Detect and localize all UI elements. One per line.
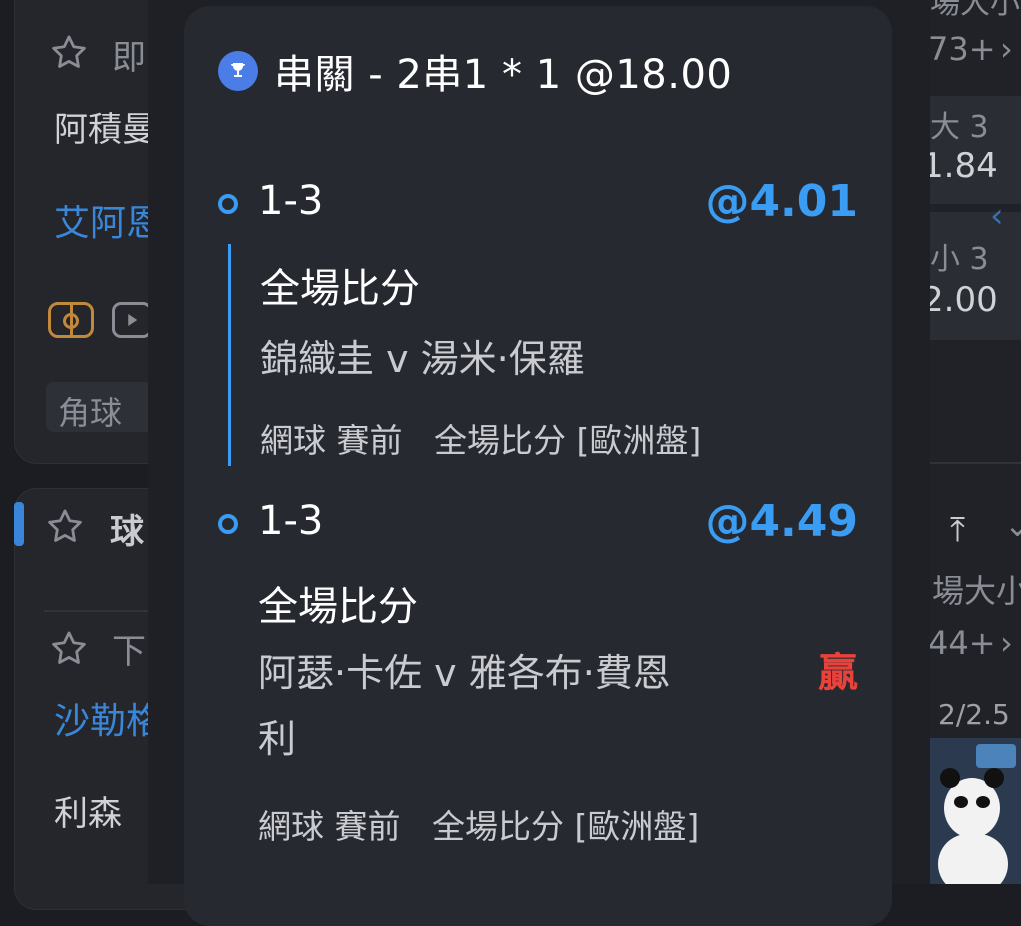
more-markets-count[interactable]: 44+ bbox=[928, 624, 996, 662]
leg-odds: @4.49 bbox=[705, 496, 858, 547]
leg-match-name-line2: 利 bbox=[258, 717, 297, 761]
team-home-name: 沙勒格 bbox=[54, 701, 163, 742]
section-market-header: 場大小 bbox=[932, 572, 1021, 610]
leg-status-dot-icon bbox=[218, 514, 238, 534]
collapse-arrow-icon[interactable]: ‹ bbox=[990, 196, 1004, 236]
more-markets-count[interactable]: 73+ bbox=[928, 30, 996, 68]
leg-timeline-line bbox=[228, 244, 231, 466]
parlay-bet-detail-modal: 串關 - 2串1 * 1 @18.00 1-3 @4.01 全場比分 錦織圭 v… bbox=[184, 6, 892, 926]
leg-selection-score: 1-3 bbox=[258, 178, 324, 224]
leg-meta-info: 網球 賽前 全場比分 [歐洲盤] bbox=[260, 414, 701, 462]
section-title: 球 bbox=[110, 512, 144, 552]
section-indicator bbox=[14, 502, 24, 546]
leg-market-name: 全場比分 bbox=[258, 584, 418, 630]
bet-leg: 1-3 @4.49 全場比分 阿瑟·卡佐 v 雅各布·費恩 利 贏 網球 賽前 … bbox=[218, 494, 858, 854]
video-play-icon[interactable] bbox=[112, 302, 152, 338]
leg-market-name: 全場比分 bbox=[260, 266, 420, 312]
leg-odds: @4.01 bbox=[705, 176, 858, 227]
modal-header: 串關 - 2串1 * 1 @18.00 bbox=[218, 46, 732, 98]
divider bbox=[44, 610, 154, 612]
panda-mascot-image bbox=[930, 738, 1021, 884]
market-header-text: 場大小 bbox=[930, 0, 1020, 21]
chevron-right-icon[interactable]: › bbox=[1000, 624, 1013, 662]
pitch-icon[interactable] bbox=[48, 302, 94, 338]
leg-market-detail: 全場比分 [歐洲盤] bbox=[433, 421, 702, 460]
leg-match-name: 錦織圭 v 湯米·保羅 bbox=[260, 337, 585, 381]
leg-meta-info: 網球 賽前 全場比分 [歐洲盤] bbox=[258, 800, 699, 848]
team-away-name: 利森 bbox=[54, 794, 122, 834]
favorite-star-icon[interactable] bbox=[48, 32, 90, 74]
scroll-top-icon[interactable]: ⤒ bbox=[950, 510, 965, 550]
leg-match-name-line1: 阿瑟·卡佐 v 雅各布·費恩 bbox=[258, 651, 671, 695]
leg-status-dot-icon bbox=[218, 194, 238, 214]
leg-sport-stage: 網球 賽前 bbox=[258, 807, 401, 846]
match-status-tag: 即 bbox=[112, 38, 146, 78]
leg-selection-score: 1-3 bbox=[258, 498, 324, 544]
favorite-star-icon[interactable] bbox=[44, 506, 86, 548]
team-home-name: 阿積曼 bbox=[54, 110, 156, 150]
odds-under-value: 2.00 bbox=[922, 280, 998, 320]
divider bbox=[930, 462, 1021, 464]
chevron-right-icon[interactable]: › bbox=[1000, 30, 1013, 68]
chevron-down-icon[interactable]: ⌄ bbox=[1004, 506, 1021, 544]
odds-over-label: 大 3 bbox=[930, 110, 989, 145]
trophy-icon bbox=[218, 51, 258, 91]
parlay-title: 串關 - 2串1 * 1 @18.00 bbox=[274, 52, 733, 98]
leg-market-detail: 全場比分 [歐洲盤] bbox=[431, 807, 700, 846]
odds-under-label: 小 3 bbox=[930, 242, 989, 277]
leg-result-badge: 贏 bbox=[818, 650, 858, 696]
team-away-name: 艾阿恩 bbox=[54, 203, 163, 244]
odds-over-value: 1.84 bbox=[922, 146, 998, 186]
favorite-star-icon[interactable] bbox=[48, 628, 90, 670]
leg-sport-stage: 網球 賽前 bbox=[260, 421, 403, 460]
bet-leg: 1-3 @4.01 全場比分 錦織圭 v 湯米·保羅 網球 賽前 全場比分 [歐… bbox=[218, 172, 858, 472]
handicap-label: 2/2.5 bbox=[938, 698, 1010, 731]
match-status-tag: 下 bbox=[112, 632, 146, 672]
